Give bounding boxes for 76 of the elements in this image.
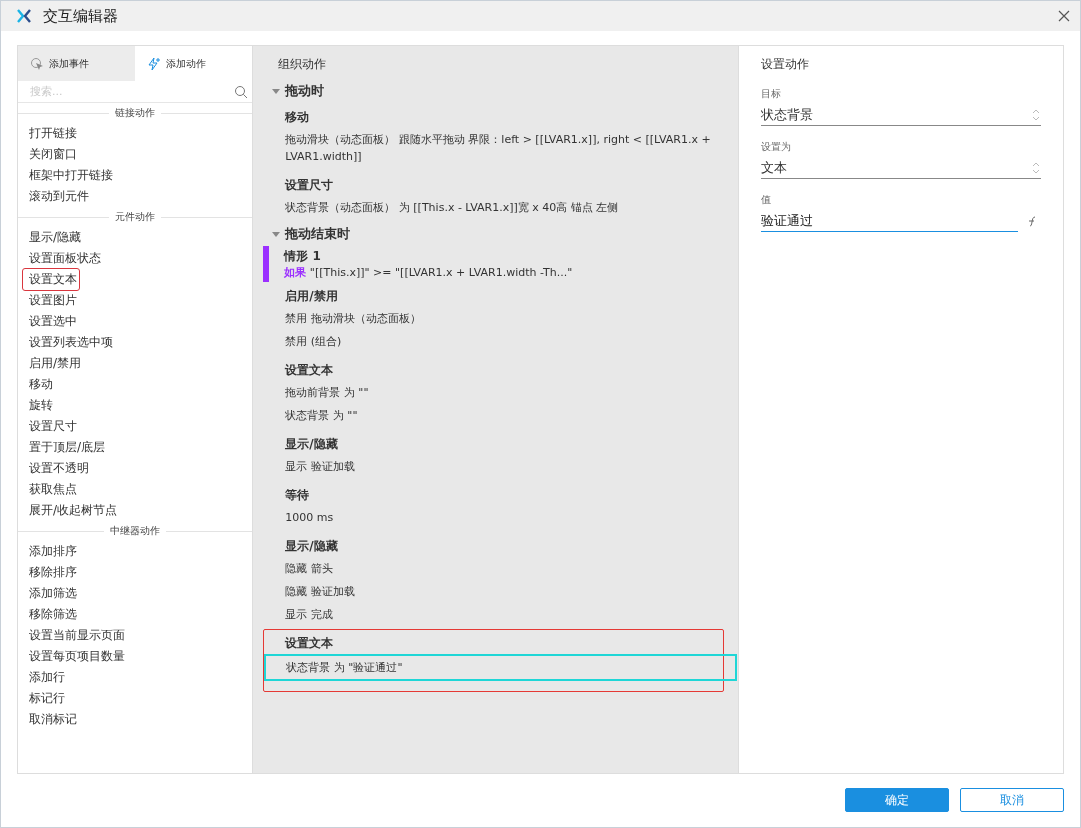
action-title[interactable]: 等待 xyxy=(285,484,717,506)
action-detail[interactable]: 显示 验证加载 xyxy=(285,455,717,478)
action-title[interactable]: 设置文本 xyxy=(285,632,717,654)
action-list-item[interactable]: 旋转 xyxy=(22,394,56,417)
event-title[interactable]: 拖动结束时 xyxy=(285,225,351,243)
select-field[interactable]: 状态背景 xyxy=(761,104,1041,126)
action-detail[interactable]: 1000 ms xyxy=(285,506,717,529)
action-title[interactable]: 移动 xyxy=(285,106,717,128)
collapse-caret-icon[interactable] xyxy=(272,230,281,238)
value-field[interactable]: 验证通过 xyxy=(761,210,1018,232)
action-list-item[interactable]: 设置列表选中项 xyxy=(22,331,116,354)
action-list-item[interactable]: 置于顶层/底层 xyxy=(22,436,109,459)
window-title: 交互编辑器 xyxy=(43,6,119,26)
case-title[interactable]: 情形 1 xyxy=(284,248,573,265)
action-list-item[interactable]: 添加行 xyxy=(22,666,68,689)
action-detail[interactable]: 拖动滑块（动态面板） 跟随水平拖动 界限：left > [[LVAR1.x]], right < [[LVAR1.x + LVAR1.width]] xyxy=(285,128,717,168)
action-title[interactable]: 启用/禁用 xyxy=(285,285,717,307)
action-detail[interactable]: 禁用 拖动滑块（动态面板） xyxy=(285,307,717,330)
panel-title: 设置动作 xyxy=(761,56,810,73)
action-list-item[interactable]: 框架中打开链接 xyxy=(22,164,116,187)
action-list-item[interactable]: 设置选中 xyxy=(22,310,80,333)
up-down-chevron-icon xyxy=(1031,107,1041,122)
action-list-item[interactable]: 打开链接 xyxy=(22,122,80,145)
field-label: 值 xyxy=(761,193,772,207)
action-list-item[interactable]: 移动 xyxy=(22,373,56,396)
action-list-item[interactable]: 启用/禁用 xyxy=(22,352,85,375)
action-list-item[interactable]: 显示/隐藏 xyxy=(22,226,85,249)
action-list-item[interactable]: 移除筛选 xyxy=(22,603,80,626)
action-title[interactable]: 显示/隐藏 xyxy=(285,433,717,455)
action-detail[interactable]: 禁用 (组合) xyxy=(285,330,717,353)
panel-title: 组织动作 xyxy=(278,56,328,73)
action-detail[interactable]: 状态背景 为 "验证通过" xyxy=(264,654,737,681)
action-detail[interactable]: 状态背景 为 "" xyxy=(285,404,717,427)
action-list-item[interactable]: 取消标记 xyxy=(22,708,80,731)
close-icon[interactable] xyxy=(1058,10,1070,22)
select-field[interactable]: 文本 xyxy=(761,157,1041,179)
collapse-caret-icon[interactable] xyxy=(272,87,281,95)
action-list-item[interactable]: 滚动到元件 xyxy=(22,185,92,208)
lightning-icon xyxy=(147,56,162,71)
section-header: 中继器动作 xyxy=(110,524,161,538)
action-title[interactable]: 设置尺寸 xyxy=(285,174,717,196)
action-list-item[interactable]: 设置当前显示页面 xyxy=(22,624,128,647)
action-list-item[interactable]: 展开/收起树节点 xyxy=(22,499,121,522)
event-title[interactable]: 拖动时 xyxy=(285,82,325,100)
action-list-item[interactable]: 获取焦点 xyxy=(22,478,80,501)
pointer-click-icon xyxy=(30,56,44,71)
action-detail[interactable]: 显示 完成 xyxy=(285,603,717,626)
action-list-item[interactable]: 设置每页项目数量 xyxy=(22,645,128,668)
action-list-item[interactable]: 设置面板状态 xyxy=(22,247,104,270)
case-marker-bar xyxy=(263,246,270,282)
up-down-chevron-icon xyxy=(1031,160,1041,175)
case-condition: 如果 "[[This.x]]" >= "[[LVAR1.x + LVAR1.width -Th..." xyxy=(284,265,573,280)
action-list-item[interactable]: 标记行 xyxy=(22,687,68,710)
action-title[interactable]: 显示/隐藏 xyxy=(285,535,717,557)
section-header: 元件动作 xyxy=(115,210,156,224)
action-list-item[interactable]: 设置文本 xyxy=(22,268,80,291)
section-header: 链接动作 xyxy=(115,106,156,120)
field-label: 设置为 xyxy=(761,140,792,154)
action-detail[interactable]: 状态背景（动态面板） 为 [[This.x - LVAR1.x]]宽 x 40高 锚点 左侧 xyxy=(285,196,717,219)
action-title[interactable]: 设置文本 xyxy=(285,359,717,381)
action-list-item[interactable]: 移除排序 xyxy=(22,561,80,584)
action-detail[interactable]: 隐藏 箭头 xyxy=(285,557,717,580)
field-label: 目标 xyxy=(761,87,782,101)
action-list-item[interactable]: 添加筛选 xyxy=(22,582,80,605)
action-list-item[interactable]: 关闭窗口 xyxy=(22,143,80,166)
action-list-item[interactable]: 设置不透明 xyxy=(22,457,92,480)
action-detail[interactable]: 隐藏 验证加载 xyxy=(285,580,717,603)
action-list-item[interactable]: 添加排序 xyxy=(22,540,80,563)
dialog-button[interactable]: 取消 xyxy=(960,788,1064,812)
panel-tab[interactable]: 添加事件 xyxy=(18,46,136,81)
search-icon[interactable] xyxy=(234,84,249,99)
action-list-item[interactable]: 设置尺寸 xyxy=(22,415,80,438)
action-list-item[interactable]: 设置图片 xyxy=(22,289,80,312)
action-detail[interactable]: 拖动前背景 为 "" xyxy=(285,381,717,404)
function-icon[interactable] xyxy=(1026,215,1038,227)
logo-icon xyxy=(17,9,31,23)
